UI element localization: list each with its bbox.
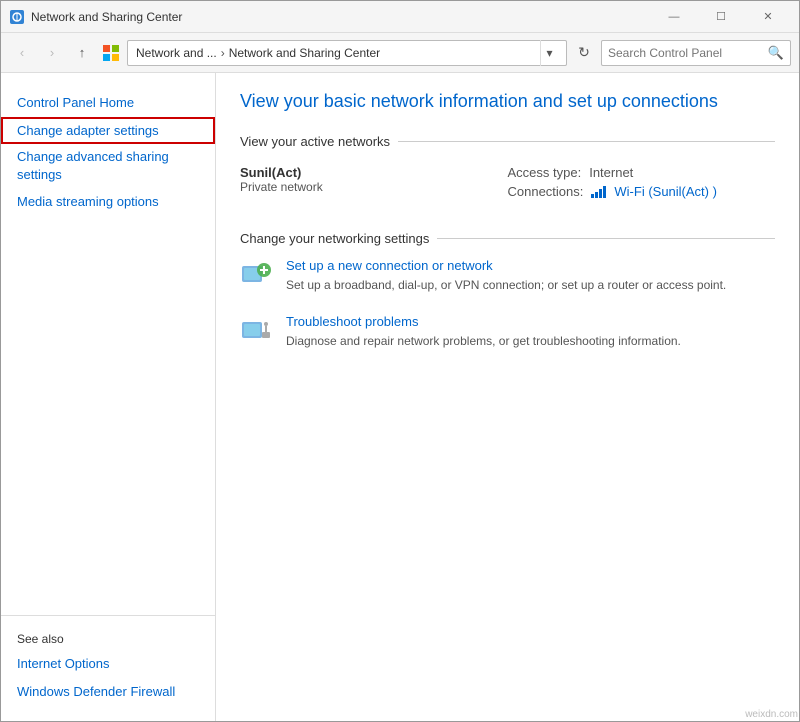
path-part-1[interactable]: Network and ... [136,46,217,60]
sidebar-item-change-adapter[interactable]: Change adapter settings [1,117,215,145]
sidebar-item-windows-defender[interactable]: Windows Defender Firewall [1,678,215,706]
connections-row: Connections: Wi-Fi (Sunil(Act) ) [508,184,776,199]
path-dropdown[interactable]: ▾ [540,40,558,66]
new-connection-icon [240,258,272,290]
close-button[interactable]: ✕ [745,1,791,33]
content-area: View your basic network information and … [216,73,799,721]
wifi-bar-3 [599,189,602,198]
connections-label: Connections: [508,184,584,199]
settings-item-troubleshoot: Troubleshoot problems Diagnose and repai… [240,314,775,350]
troubleshoot-desc: Diagnose and repair network problems, or… [286,332,681,350]
active-networks-header: View your active networks [240,134,775,149]
back-button[interactable]: ‹ [9,40,35,66]
minimize-button[interactable]: — [651,1,697,33]
network-type: Private network [240,180,508,194]
network-name: Sunil(Act) [240,165,508,180]
access-type-row: Access type: Internet [508,165,776,180]
windows-icon [101,43,121,63]
window-title: Network and Sharing Center [31,10,651,24]
connections-value[interactable]: Wi-Fi (Sunil(Act) ) [614,184,717,199]
settings-list: Set up a new connection or network Set u… [240,258,775,350]
sidebar-item-advanced-sharing[interactable]: Change advanced sharing settings [1,144,215,188]
forward-button[interactable]: › [39,40,65,66]
refresh-button[interactable]: ↻ [571,40,597,66]
network-right: Access type: Internet Connections: [508,165,776,203]
main-layout: Control Panel Home Change adapter settin… [1,73,799,721]
wifi-bars [591,186,606,198]
page-title: View your basic network information and … [240,89,775,114]
new-connection-title[interactable]: Set up a new connection or network [286,258,726,273]
main-window: Network and Sharing Center — ☐ ✕ ‹ › ↑ N… [0,0,800,722]
settings-item-new-connection: Set up a new connection or network Set u… [240,258,775,294]
sidebar-item-media-streaming[interactable]: Media streaming options [1,188,215,216]
sidebar-item-control-panel-home[interactable]: Control Panel Home [1,89,215,117]
address-bar: ‹ › ↑ Network and ... › Network and Shar… [1,33,799,73]
search-input[interactable] [608,46,768,60]
wifi-bar-1 [591,194,594,198]
path-separator: › [221,46,225,60]
maximize-button[interactable]: ☐ [698,1,744,33]
see-also-label: See also [1,624,215,650]
network-left: Sunil(Act) Private network [240,165,508,203]
wifi-bar-2 [595,192,598,198]
networking-settings-header: Change your networking settings [240,231,775,246]
path-part-2[interactable]: Network and Sharing Center [229,46,380,60]
new-connection-content: Set up a new connection or network Set u… [286,258,726,294]
new-connection-desc: Set up a broadband, dial-up, or VPN conn… [286,276,726,294]
networks-grid: Sunil(Act) Private network Access type: … [240,161,775,207]
wifi-bar-4 [603,186,606,198]
troubleshoot-content: Troubleshoot problems Diagnose and repai… [286,314,681,350]
sidebar: Control Panel Home Change adapter settin… [1,73,216,721]
watermark: weixdn.com [745,709,798,720]
up-button[interactable]: ↑ [69,40,95,66]
title-bar: Network and Sharing Center — ☐ ✕ [1,1,799,33]
wifi-icon [591,186,606,198]
window-icon [9,9,25,25]
access-type-label: Access type: [508,165,582,180]
search-icon[interactable]: 🔍 [768,45,784,61]
access-type-value: Internet [589,165,633,180]
window-controls: — ☐ ✕ [651,1,791,33]
troubleshoot-title[interactable]: Troubleshoot problems [286,314,681,329]
search-box[interactable]: 🔍 [601,40,791,66]
troubleshoot-icon [240,314,272,346]
address-path[interactable]: Network and ... › Network and Sharing Ce… [127,40,567,66]
sidebar-divider [1,615,215,616]
sidebar-item-internet-options[interactable]: Internet Options [1,650,215,678]
